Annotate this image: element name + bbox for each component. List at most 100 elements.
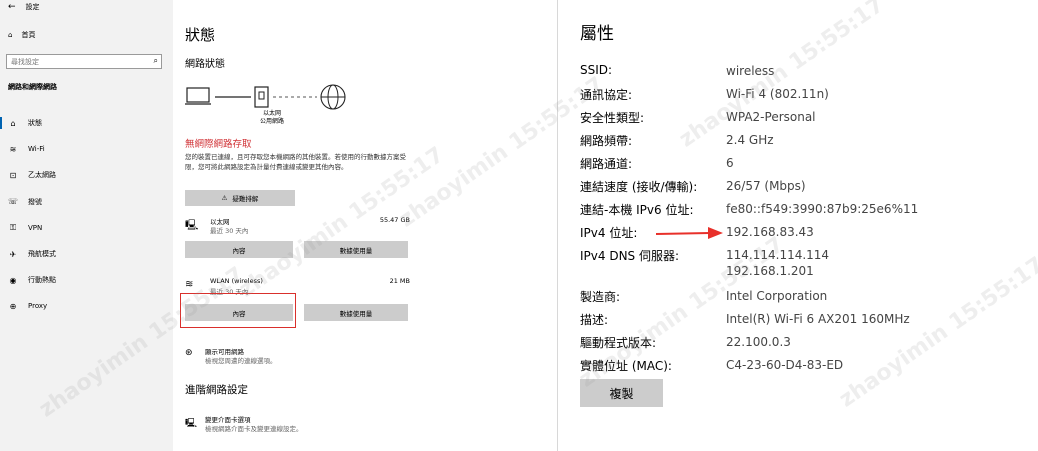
property-key: 連結速度 (接收/傳輸): bbox=[580, 180, 698, 194]
sidebar-item-label: 飛航模式 bbox=[28, 250, 56, 259]
property-value: 26/57 (Mbps) bbox=[726, 179, 806, 193]
property-value: 22.100.0.3 bbox=[726, 335, 791, 349]
wifi-icon: ≋ bbox=[9, 144, 17, 154]
property-key: 描述: bbox=[580, 313, 609, 327]
ethernet-properties-button[interactable]: 內容 bbox=[185, 241, 293, 258]
dns-secondary: 192.168.1.201 bbox=[726, 264, 814, 278]
settings-window: ← 設定 ⌂ 首頁 ⌕ 網路和網際網路 ⌂ 狀態 ≋ Wi-Fi ⊡ 乙太網路 bbox=[0, 0, 558, 451]
ethernet-port-icon bbox=[254, 86, 269, 108]
network-status-heading: 網路狀態 bbox=[185, 59, 225, 70]
sidebar-item-proxy[interactable]: ⊕ Proxy bbox=[0, 293, 173, 319]
property-key: IPv4 DNS 伺服器: bbox=[580, 249, 680, 263]
copy-button[interactable]: 複製 bbox=[580, 379, 663, 407]
annotation-arrow-icon bbox=[656, 227, 723, 239]
property-key: 連結-本機 IPv6 位址: bbox=[580, 203, 694, 217]
property-value: 192.168.83.43 bbox=[726, 225, 814, 239]
home-icon: ⌂ bbox=[10, 118, 16, 128]
sidebar-item-label: 乙太網路 bbox=[28, 171, 56, 180]
sidebar-item-wifi[interactable]: ≋ Wi-Fi bbox=[0, 136, 173, 162]
ethernet-data-usage-button[interactable]: 數據使用量 bbox=[304, 241, 408, 258]
property-key: 製造商: bbox=[580, 290, 621, 304]
property-key: 驅動程式版本: bbox=[580, 336, 657, 350]
link-description: 檢視網路介面卡及變更連線設定。 bbox=[205, 425, 303, 433]
sidebar-item-ethernet[interactable]: ⊡ 乙太網路 bbox=[0, 162, 173, 188]
troubleshoot-label: 疑難排解 bbox=[232, 195, 259, 203]
adapter-usage: 21 MB bbox=[389, 277, 410, 285]
globe-icon bbox=[320, 84, 346, 110]
property-value: 114.114.114.114 192.168.1.201 bbox=[726, 247, 829, 279]
property-value: Wi-Fi 4 (802.11n) bbox=[726, 87, 829, 101]
laptop-icon bbox=[185, 87, 211, 105]
adapter-name: WLAN (wireless) bbox=[210, 277, 263, 285]
home-icon: ⌂ bbox=[8, 31, 13, 39]
adapter-usage: 55.47 GB bbox=[379, 216, 410, 224]
advanced-settings-heading: 進階網路設定 bbox=[185, 384, 248, 396]
properties-title: 屬性 bbox=[580, 24, 614, 44]
dialup-icon: ☏ bbox=[8, 197, 19, 207]
sidebar-item-status[interactable]: ⌂ 狀態 bbox=[0, 110, 173, 136]
monitor-icon: 🖳 bbox=[185, 419, 198, 429]
property-key: 網路通道: bbox=[580, 157, 633, 171]
property-key: 實體位址 (MAC): bbox=[580, 359, 672, 373]
status-page: 狀態 網路狀態 以太网 公用網路 無網際網路存取 您的裝置已連線，且可存取您本機… bbox=[173, 0, 557, 451]
sidebar-item-label: 撥號 bbox=[28, 197, 42, 206]
airplane-icon: ✈ bbox=[9, 249, 17, 259]
search-icon[interactable]: ⌕ bbox=[154, 56, 158, 66]
status-description: 您的裝置已連線，且可存取您本機網路的其他裝置。若使用的行動數據方案受限，您可將此… bbox=[185, 153, 406, 171]
show-available-networks[interactable]: ⊛ 顯示可用網路 檢視您周遭的連線選項。 bbox=[185, 346, 415, 366]
sidebar-item-vpn[interactable]: ⚿ VPN bbox=[0, 215, 173, 241]
ethernet-label: 以太网 公用網路 bbox=[255, 110, 289, 126]
change-adapter-options[interactable]: 🖳 變更介面卡選項 檢視網路介面卡及變更連線設定。 bbox=[185, 414, 415, 434]
vpn-icon: ⚿ bbox=[9, 222, 17, 232]
property-value: 2.4 GHz bbox=[726, 133, 774, 147]
sidebar-item-label: 狀態 bbox=[28, 119, 42, 128]
dns-primary: 114.114.114.114 bbox=[726, 248, 830, 262]
nav-list: ⌂ 狀態 ≋ Wi-Fi ⊡ 乙太網路 ☏ 撥號 ⚿ VPN ✈ 飛航模式 ◉ … bbox=[0, 110, 173, 320]
warning-icon: ⚠ bbox=[221, 194, 228, 202]
search-input[interactable] bbox=[7, 55, 150, 68]
sidebar-item-label: VPN bbox=[28, 223, 43, 232]
sidebar: ← 設定 ⌂ 首頁 ⌕ 網路和網際網路 ⌂ 狀態 ≋ Wi-Fi ⊡ 乙太網路 bbox=[0, 0, 173, 451]
home-label: 首頁 bbox=[21, 31, 36, 39]
sidebar-item-label: 行動熱點 bbox=[28, 276, 56, 285]
property-value: fe80::f549:3990:87b9:25e6%11 bbox=[726, 202, 919, 216]
wifi-icon: ≋ bbox=[185, 279, 194, 290]
property-key: SSID: bbox=[580, 63, 613, 77]
property-value: C4-23-60-D4-83-ED bbox=[726, 358, 844, 372]
sidebar-item-dialup[interactable]: ☏ 撥號 bbox=[0, 189, 173, 215]
ethernet-network-type: 公用網路 bbox=[259, 118, 284, 125]
title-bar: ← 設定 bbox=[8, 2, 40, 12]
properties-panel: 屬性 SSID: wireless 通訊協定: Wi-Fi 4 (802.11n… bbox=[558, 0, 1038, 451]
property-value: wireless bbox=[726, 64, 775, 78]
sidebar-item-airplane[interactable]: ✈ 飛航模式 bbox=[0, 241, 173, 267]
link-description: 檢視您周遭的連線選項。 bbox=[205, 357, 277, 365]
back-arrow-icon[interactable]: ← bbox=[8, 2, 16, 12]
search-box[interactable]: ⌕ bbox=[6, 54, 162, 69]
ethernet-adapter: 🖳 以太网 最近 30 天內 55.47 GB bbox=[185, 216, 410, 236]
property-value: 6 bbox=[726, 156, 734, 170]
ethernet-icon: ⊡ bbox=[9, 170, 17, 180]
property-value: Intel(R) Wi-Fi 6 AX201 160MHz bbox=[726, 312, 910, 326]
troubleshoot-button[interactable]: ⚠ 疑難排解 bbox=[185, 190, 295, 206]
window-title: 設定 bbox=[25, 3, 40, 11]
property-key: 安全性類型: bbox=[580, 111, 645, 125]
section-title: 網路和網際網路 bbox=[8, 83, 57, 91]
monitor-icon: 🖳 bbox=[185, 220, 199, 231]
no-internet-alert: 無網際網路存取 bbox=[185, 139, 252, 150]
ethernet-name: 以太网 bbox=[262, 110, 281, 117]
adapter-period: 最近 30 天內 bbox=[210, 227, 249, 235]
property-key: 網路頻帶: bbox=[580, 134, 633, 148]
sidebar-item-label: Wi-Fi bbox=[28, 145, 45, 154]
property-key: IPv4 位址: bbox=[580, 226, 638, 240]
globe-icon: ⊕ bbox=[9, 301, 17, 311]
property-value: WPA2-Personal bbox=[726, 110, 816, 124]
home-link[interactable]: ⌂ 首頁 bbox=[8, 30, 35, 40]
property-key: 通訊協定: bbox=[580, 88, 633, 102]
wlan-data-usage-button[interactable]: 數據使用量 bbox=[304, 304, 408, 321]
sidebar-item-hotspot[interactable]: ◉ 行動熱點 bbox=[0, 267, 173, 293]
sidebar-item-label: Proxy bbox=[28, 302, 48, 311]
network-icon: ⊛ bbox=[185, 348, 193, 358]
property-value: Intel Corporation bbox=[726, 289, 828, 303]
highlight-box bbox=[180, 293, 296, 328]
page-title: 狀態 bbox=[185, 26, 216, 44]
